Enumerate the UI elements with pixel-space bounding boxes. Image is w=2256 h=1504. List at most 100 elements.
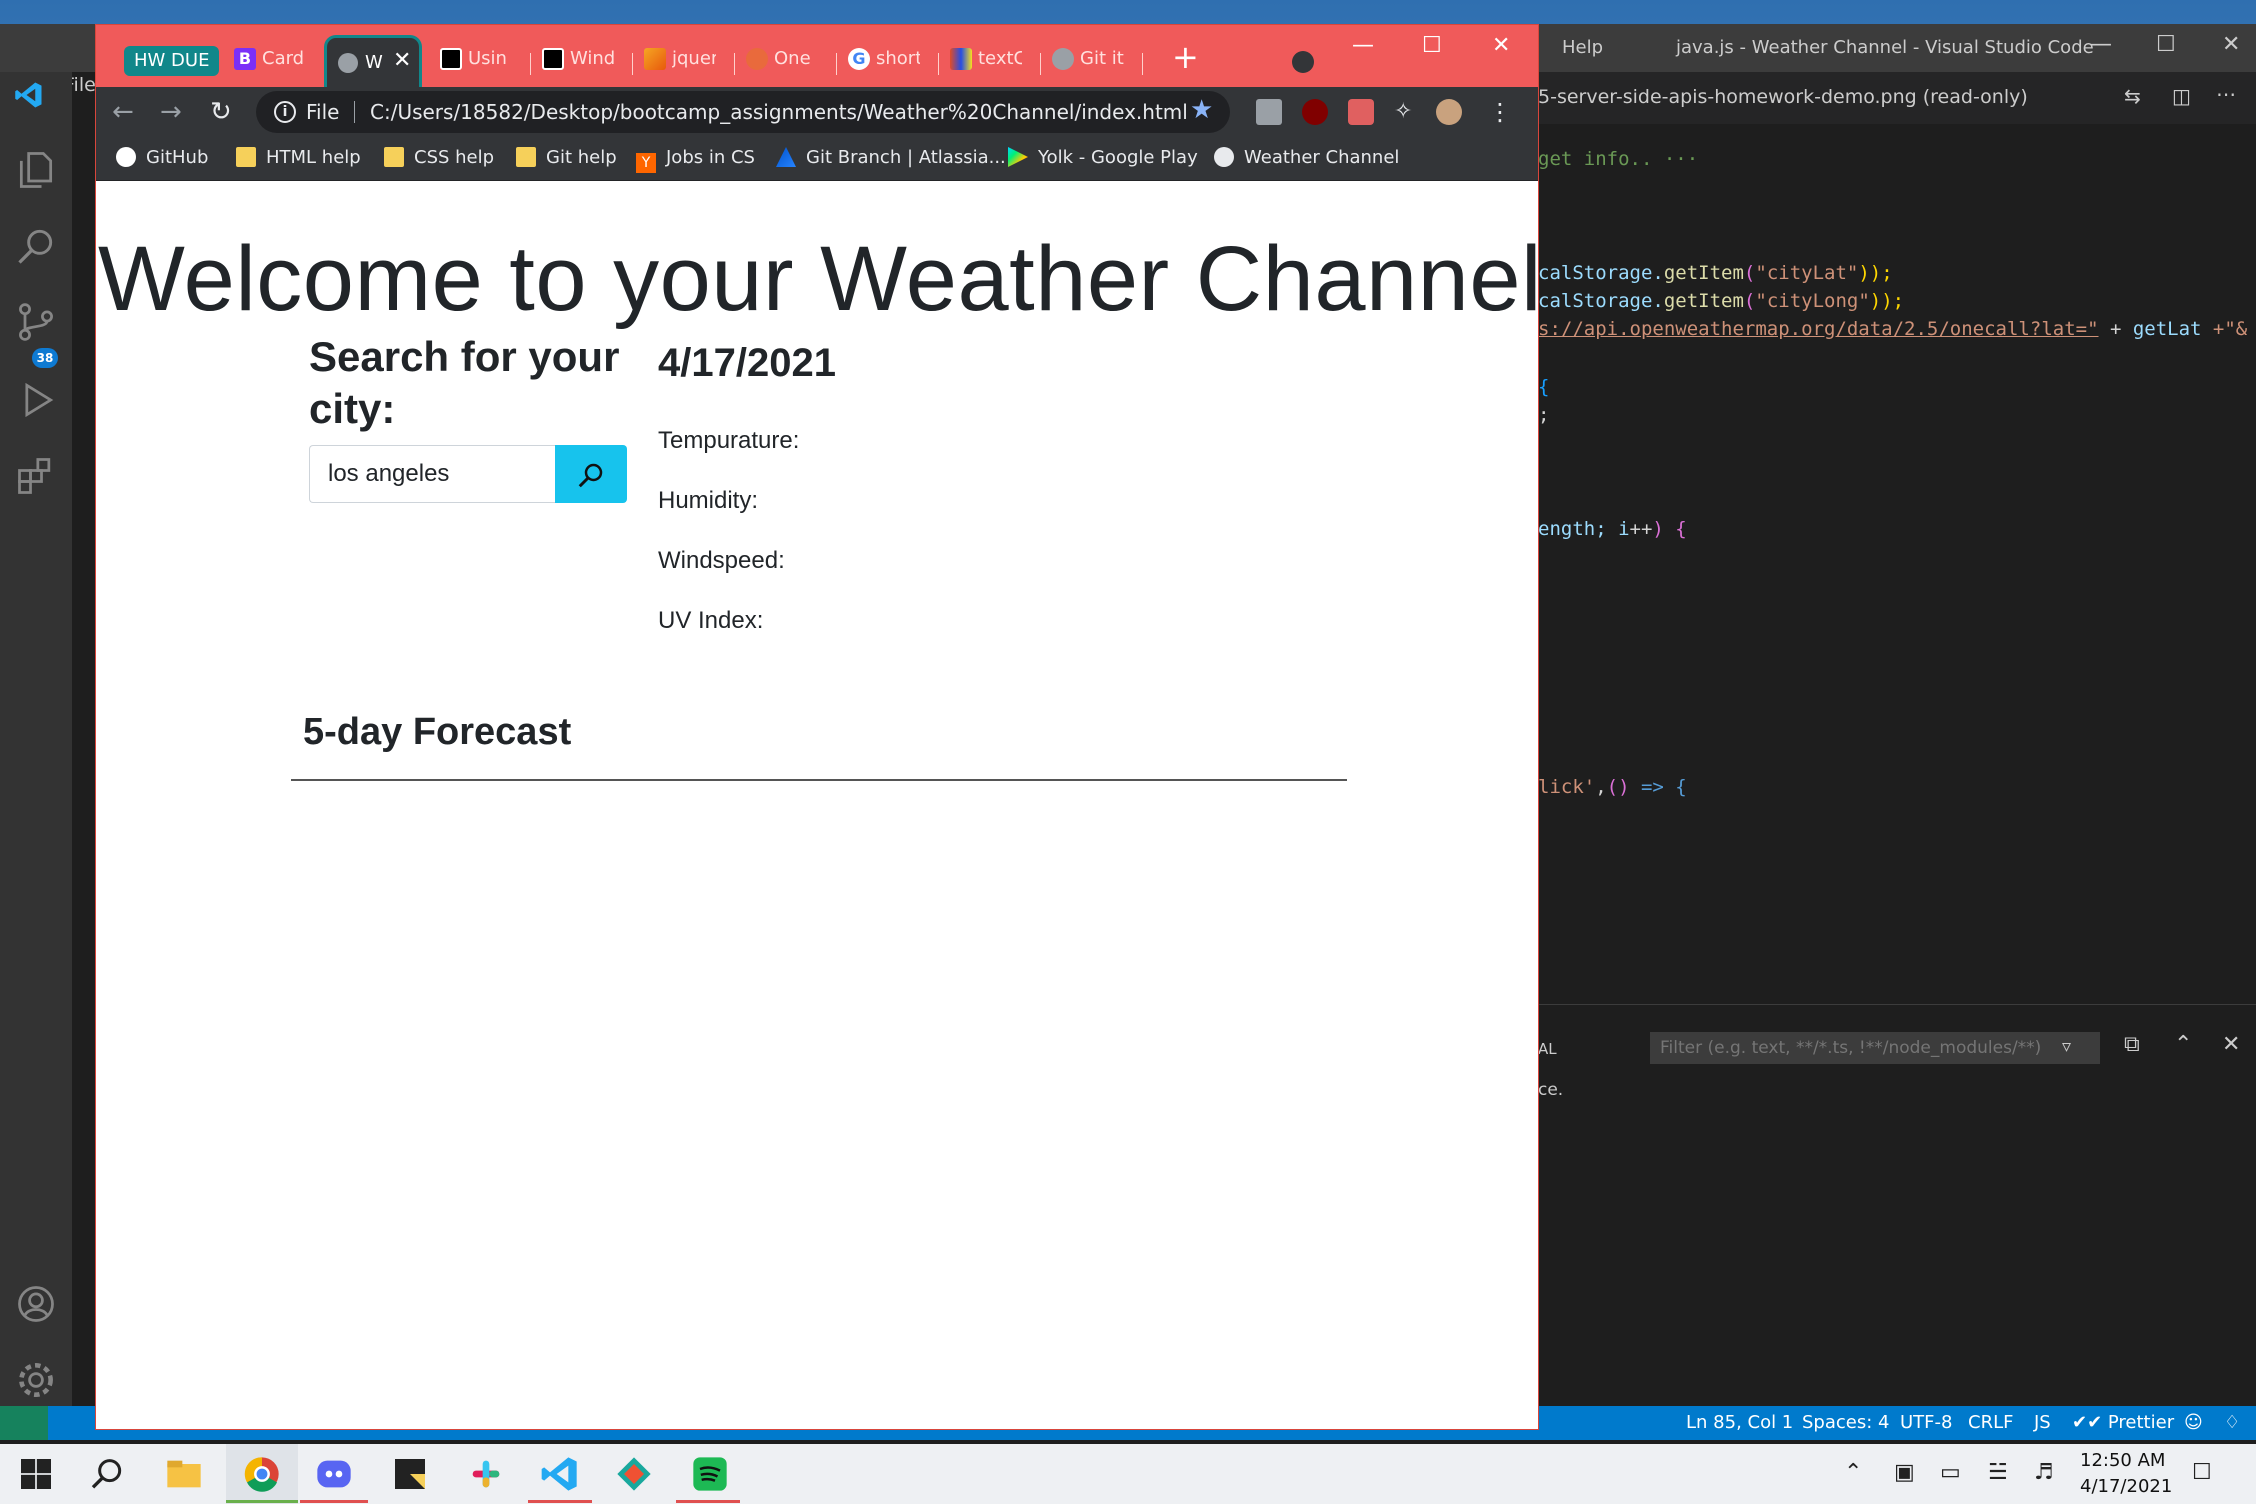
clock-time[interactable]: 12:50 AM	[2080, 1450, 2165, 1471]
back-arrow-icon[interactable]: ←	[112, 97, 134, 127]
panel-tab-terminal[interactable]: AL	[1538, 1040, 1557, 1058]
vscode-minimize-icon[interactable]: —	[2090, 32, 2112, 57]
bookmark-jobs-in-cs[interactable]: Y Jobs in CS	[636, 147, 755, 173]
status-prettier[interactable]: ✔✔ Prettier	[2072, 1412, 2174, 1433]
source-control-icon[interactable]	[14, 300, 58, 344]
clock-date[interactable]: 4/17/2021	[2080, 1476, 2172, 1497]
code-line: calStorage.getItem("cityLat"));	[1538, 262, 1893, 284]
status-eol[interactable]: CRLF	[1968, 1412, 2013, 1433]
bookmark-star-icon[interactable]: ★	[1190, 95, 1213, 125]
panel-output-text: ce.	[1538, 1080, 1564, 1100]
windows-start-icon[interactable]	[16, 1454, 56, 1494]
close-tab-icon[interactable]: ✕	[393, 48, 411, 73]
info-icon[interactable]: i	[274, 101, 296, 123]
chrome-maximize-icon[interactable]: ☐	[1422, 33, 1442, 58]
run-debug-icon[interactable]	[14, 378, 58, 422]
bookmark-yolk[interactable]: Yolk - Google Play	[1008, 147, 1198, 168]
search-icon[interactable]	[14, 224, 58, 268]
spotify-icon[interactable]	[690, 1454, 730, 1494]
code-line: lick',() => {	[1538, 776, 1687, 798]
chrome-icon[interactable]	[242, 1454, 282, 1494]
open-changes-icon[interactable]: ⇆	[2124, 84, 2141, 108]
sticky-notes-icon[interactable]	[390, 1454, 430, 1494]
atlassian-icon	[776, 147, 796, 167]
status-language[interactable]: JS	[2034, 1412, 2051, 1433]
notifications-bell-icon[interactable]: ♢	[2224, 1412, 2240, 1433]
file-explorer-icon[interactable]	[164, 1454, 204, 1494]
tab-group-chip[interactable]: HW DUE	[124, 46, 220, 76]
forward-arrow-icon[interactable]: →	[160, 97, 182, 127]
explorer-files-icon[interactable]	[14, 148, 58, 192]
globe-icon	[1052, 48, 1074, 70]
extensions-puzzle-icon[interactable]: ✧	[1394, 99, 1420, 125]
browser-tab[interactable]: Git it	[1044, 39, 1140, 79]
bootstrap-icon: B	[234, 48, 256, 70]
bookmark-git-branch[interactable]: Git Branch | Atlassia...	[776, 147, 1006, 168]
extensions-icon[interactable]	[14, 454, 58, 498]
browser-tab[interactable]: G short	[840, 39, 936, 79]
volume-icon[interactable]: ♬	[2034, 1460, 2054, 1485]
status-encoding[interactable]: UTF-8	[1900, 1412, 1952, 1433]
browser-tab[interactable]: Wind	[534, 39, 630, 79]
openweather-icon	[746, 48, 768, 70]
browser-tab[interactable]: jquer	[636, 39, 732, 79]
browser-tab[interactable]: B Card	[226, 39, 322, 79]
bookmark-css-help[interactable]: CSS help	[384, 147, 494, 168]
ublock-extension-icon[interactable]	[1302, 99, 1328, 125]
panel-filter-input[interactable]	[1650, 1032, 2100, 1064]
vscode-taskbar-icon[interactable]	[540, 1454, 580, 1494]
tab-separator	[1040, 53, 1041, 75]
more-actions-icon[interactable]: ⋯	[2216, 82, 2236, 106]
bookmark-git-help[interactable]: Git help	[516, 147, 617, 168]
chrome-close-icon[interactable]: ✕	[1492, 33, 1510, 58]
bookmark-html-help[interactable]: HTML help	[236, 147, 361, 168]
chrome-menu-icon[interactable]: ⋮	[1488, 99, 1514, 125]
tab-search-icon[interactable]	[1292, 51, 1314, 73]
screencast-extension-icon[interactable]	[1348, 99, 1374, 125]
vscode-menu-help[interactable]: Help	[1562, 37, 1603, 58]
meet-now-icon[interactable]: ▣	[1894, 1460, 1915, 1485]
filter-funnel-icon[interactable]: ▿	[2062, 1036, 2071, 1057]
stackoverflow-icon	[644, 48, 666, 70]
discord-icon[interactable]	[314, 1454, 354, 1494]
status-ln-col[interactable]: Ln 85, Col 1	[1686, 1412, 1793, 1433]
address-bar[interactable]: i File C:/Users/18582/Desktop/bootcamp_a…	[256, 91, 1230, 133]
split-editor-icon[interactable]: ◫	[2172, 84, 2191, 108]
tray-overflow-chevron-icon[interactable]: ⌃	[1844, 1460, 1862, 1485]
search-button[interactable]	[555, 445, 627, 503]
account-icon[interactable]	[14, 1282, 58, 1326]
url-text[interactable]: C:/Users/18582/Desktop/bootcamp_assignme…	[370, 100, 1188, 124]
browser-tab[interactable]: textC	[942, 39, 1038, 79]
settings-gear-icon[interactable]	[14, 1358, 58, 1402]
slack-icon[interactable]	[466, 1454, 506, 1494]
battery-icon[interactable]: ▭	[1940, 1460, 1961, 1485]
folder-icon	[384, 147, 404, 167]
taskbar-search-icon[interactable]	[88, 1454, 128, 1494]
new-tab-icon[interactable]: +	[1172, 41, 1199, 73]
gitkraken-icon[interactable]	[614, 1454, 654, 1494]
bookmark-weather-channel[interactable]: Weather Channel	[1214, 147, 1399, 168]
tab-separator	[1142, 53, 1143, 75]
chevron-up-icon[interactable]: ⌃	[2174, 1032, 2192, 1057]
wifi-icon[interactable]: ☱	[1988, 1460, 2008, 1485]
browser-tab-active[interactable]: W ✕	[324, 35, 422, 87]
notification-center-icon[interactable]: ☐	[2192, 1460, 2212, 1485]
vscode-maximize-icon[interactable]: ☐	[2156, 32, 2176, 57]
city-search-input[interactable]	[309, 445, 557, 503]
feedback-icon[interactable]: ☺	[2184, 1412, 2203, 1433]
status-spaces[interactable]: Spaces: 4	[1802, 1412, 1889, 1433]
pocket-extension-icon[interactable]	[1256, 99, 1282, 125]
chrome-minimize-icon[interactable]: —	[1352, 33, 1374, 58]
vscode-tab-readonly[interactable]: 5-server-side-apis-homework-demo.png (re…	[1538, 86, 2028, 108]
panel-close-icon[interactable]: ✕	[2222, 1032, 2240, 1057]
bookmarks-bar: GitHub HTML help CSS help Git help Y Jobs…	[96, 137, 1538, 181]
browser-tab[interactable]: One	[738, 39, 834, 79]
reload-icon[interactable]: ↻	[210, 97, 232, 127]
windspeed-label: Windspeed:	[658, 547, 785, 574]
remote-indicator-icon[interactable]	[0, 1406, 48, 1440]
profile-avatar[interactable]	[1436, 99, 1462, 125]
browser-tab[interactable]: Usin	[432, 39, 528, 79]
vscode-close-icon[interactable]: ✕	[2222, 32, 2240, 57]
bookmark-github[interactable]: GitHub	[116, 147, 208, 168]
restore-panel-icon[interactable]: ⧉	[2124, 1032, 2140, 1057]
